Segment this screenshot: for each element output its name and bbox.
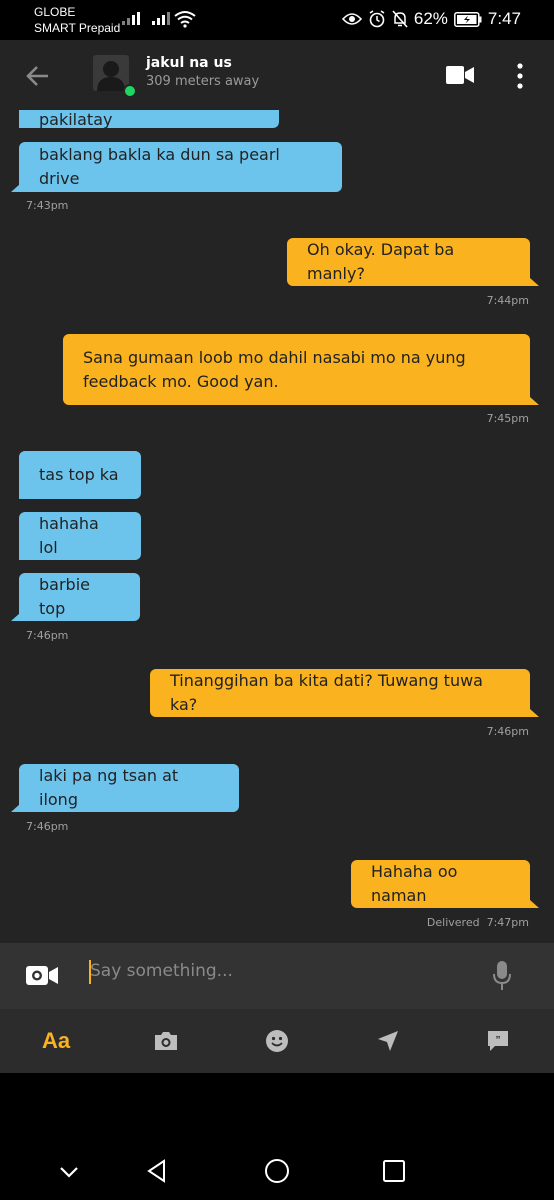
nav-back-icon[interactable]	[143, 1157, 171, 1185]
saved-phrases-tab[interactable]: ”	[468, 1009, 528, 1073]
message-text-line: feedback mo. Good yan.	[83, 371, 279, 391]
carrier-2: SMART Prepaid	[34, 21, 121, 35]
mute-notifications-icon	[392, 10, 408, 28]
signal-icon	[152, 12, 170, 25]
message-timestamp: 7:46pm	[26, 629, 69, 642]
bubble-tail	[11, 613, 20, 621]
text-tab-label: Aa	[41, 1028, 71, 1053]
message-bubble-incoming[interactable]: hahaha lol	[19, 512, 141, 560]
message-text: laki pa ng tsan at ilong	[39, 766, 179, 809]
message-timestamp: 7:47pm	[486, 916, 529, 929]
chevron-down-icon[interactable]	[55, 1157, 83, 1185]
video-call-icon[interactable]	[446, 64, 474, 86]
message-bubble-incoming[interactable]: laki pa ng tsan at ilong	[19, 764, 239, 812]
battery-percent: 62%	[413, 9, 448, 28]
message-bubble-incoming[interactable]: baklang bakla ka dun sa pearl drive	[19, 142, 342, 192]
photo-tab[interactable]	[136, 1009, 196, 1073]
status-bar: GLOBE SMART Prepaid 62% 7:47	[0, 0, 554, 40]
message-timestamp: 7:46pm	[26, 820, 69, 833]
location-arrow-icon	[378, 1031, 398, 1051]
bubble-tail	[11, 804, 20, 812]
message-list[interactable]: pangbahay pero di pakilatay baklang bakl…	[0, 110, 554, 943]
bubble-tail	[530, 397, 539, 405]
svg-text:”: ”	[496, 1035, 501, 1046]
video-message-icon[interactable]	[26, 963, 58, 987]
smiley-icon	[266, 1030, 288, 1052]
signal-icon	[122, 12, 140, 25]
system-navigation-bar	[0, 1073, 554, 1200]
wifi-icon	[174, 11, 196, 28]
message-timestamp: 7:46pm	[486, 725, 529, 738]
chat-header: jakul na us 309 meters away	[0, 40, 554, 110]
clock: 7:47	[487, 9, 521, 28]
online-indicator	[123, 84, 137, 98]
message-timestamp: 7:43pm	[26, 199, 69, 212]
nav-home-icon[interactable]	[263, 1157, 291, 1185]
eye-icon	[341, 13, 362, 25]
battery-icon	[453, 11, 482, 27]
emoji-tab[interactable]	[247, 1009, 307, 1073]
message-bubble-incoming[interactable]: tas top ka	[19, 451, 141, 499]
back-arrow-icon[interactable]	[24, 62, 52, 90]
message-bubble-outgoing[interactable]: Sana gumaan loob mo dahil nasabi mo na y…	[63, 334, 530, 405]
message-text: baklang bakla ka dun sa pearl drive	[39, 145, 280, 188]
composer: Say something... Aa ”	[0, 943, 554, 1073]
message-text: tas top ka	[39, 465, 119, 484]
alarm-icon	[369, 10, 385, 28]
message-bubble-outgoing[interactable]: Tinanggihan ba kita dati? Tuwang tuwa ka…	[150, 669, 530, 717]
message-text: Oh okay. Dapat ba manly?	[307, 240, 455, 283]
bubble-tail	[11, 184, 20, 192]
message-text: Tinanggihan ba kita dati? Tuwang tuwa ka…	[170, 671, 483, 714]
message-text-line: Sana gumaan loob mo dahil nasabi mo na y…	[83, 347, 466, 367]
contact-name[interactable]: jakul na us	[146, 55, 232, 71]
message-bubble-incoming[interactable]: pangbahay pero di pakilatay	[19, 110, 279, 129]
message-bubble-incoming[interactable]: barbie top	[19, 573, 140, 621]
nav-recents-icon[interactable]	[380, 1157, 408, 1185]
message-input[interactable]: Say something...	[90, 961, 233, 981]
message-text: hahaha lol	[39, 514, 99, 557]
carrier-1: GLOBE	[34, 5, 76, 19]
bubble-tail	[530, 709, 539, 717]
delivery-status: Delivered	[426, 916, 480, 929]
more-options-icon[interactable]	[516, 62, 524, 90]
composer-toolbar: Aa ”	[0, 1009, 554, 1073]
text-tab[interactable]: Aa	[26, 1009, 86, 1073]
status-right: 62% 7:47	[341, 9, 521, 29]
message-timestamp: 7:44pm	[486, 294, 529, 307]
quote-bubble-icon: ”	[488, 1031, 508, 1051]
bubble-tail	[530, 900, 539, 908]
camera-icon	[155, 1032, 177, 1050]
message-text: barbie top	[39, 575, 90, 618]
contact-distance: 309 meters away	[146, 74, 260, 89]
location-tab[interactable]	[358, 1009, 418, 1073]
message-status-row: Delivered 7:47pm	[427, 916, 529, 929]
microphone-icon[interactable]	[493, 961, 511, 991]
message-bubble-outgoing[interactable]: Hahaha oo naman	[351, 860, 530, 908]
message-timestamp: 7:45pm	[486, 412, 529, 425]
message-text: Hahaha oo naman	[371, 862, 458, 905]
message-text: pangbahay pero di pakilatay	[39, 110, 113, 129]
bubble-tail	[530, 278, 539, 286]
message-bubble-outgoing[interactable]: Oh okay. Dapat ba manly?	[287, 238, 530, 286]
